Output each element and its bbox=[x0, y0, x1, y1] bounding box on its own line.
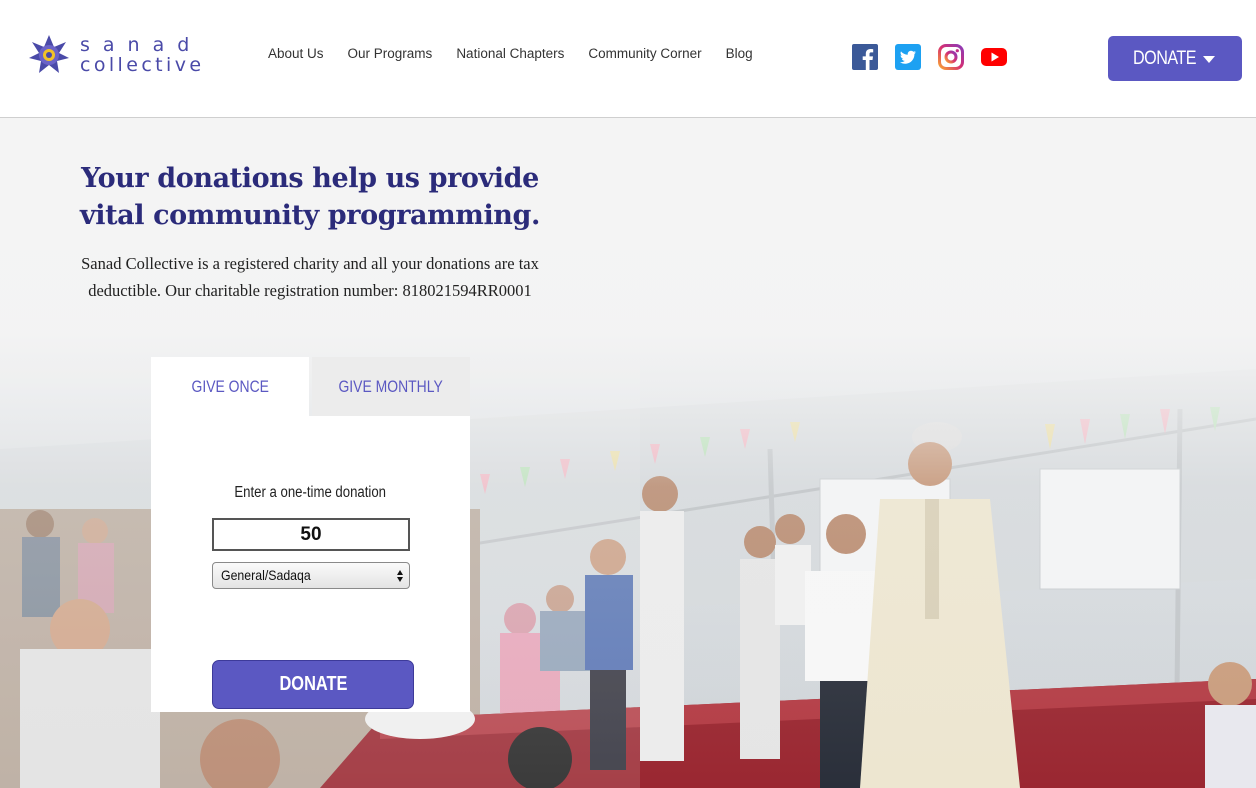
fund-select[interactable]: General/Sadaqa bbox=[212, 562, 410, 589]
twitter-icon[interactable] bbox=[895, 44, 921, 70]
nav-blog[interactable]: Blog bbox=[726, 46, 753, 61]
tab-give-monthly[interactable]: GIVE MONTHLY bbox=[312, 357, 470, 416]
donation-prompt: Enter a one-time donation bbox=[151, 484, 470, 502]
nav-community-corner[interactable]: Community Corner bbox=[588, 46, 701, 61]
donation-panel: Enter a one-time donation 50 General/Sad… bbox=[151, 416, 470, 712]
youtube-icon[interactable] bbox=[981, 44, 1007, 70]
facebook-icon[interactable] bbox=[852, 44, 878, 70]
page-title: Your donations help us provide vital com… bbox=[79, 163, 541, 231]
donation-prompt-text: Enter a one-time donation bbox=[234, 484, 387, 501]
logo-star-icon bbox=[29, 35, 69, 73]
logo-line2: collective bbox=[80, 54, 205, 76]
header-donate-button[interactable]: DONATE bbox=[1108, 36, 1242, 81]
nav-about-us[interactable]: About Us bbox=[268, 46, 324, 61]
donation-amount-input[interactable]: 50 bbox=[212, 518, 410, 551]
logo[interactable]: sanad collective bbox=[28, 34, 204, 76]
tab-give-once[interactable]: GIVE ONCE bbox=[151, 357, 309, 416]
donate-button[interactable]: DONATE bbox=[212, 660, 414, 709]
tab-give-once-label: GIVE ONCE bbox=[191, 376, 269, 396]
donate-button-label: DONATE bbox=[278, 673, 348, 695]
donation-widget: GIVE ONCE GIVE MONTHLY Enter a one-time … bbox=[151, 357, 470, 712]
fund-select-value: General/Sadaqa bbox=[221, 567, 311, 583]
select-arrows-icon bbox=[397, 570, 403, 582]
donation-tabs: GIVE ONCE GIVE MONTHLY bbox=[151, 357, 470, 416]
logo-text: sanad collective bbox=[80, 35, 204, 75]
nav-our-programs[interactable]: Our Programs bbox=[348, 46, 433, 61]
charity-info-text: Sanad Collective is a registered charity… bbox=[81, 254, 539, 300]
chevron-down-icon bbox=[1203, 56, 1215, 63]
tab-give-monthly-label: GIVE MONTHLY bbox=[338, 376, 444, 396]
instagram-icon[interactable] bbox=[938, 44, 964, 70]
header-donate-label: DONATE bbox=[1133, 47, 1197, 69]
logo-line1: sanad bbox=[80, 34, 203, 56]
social-links bbox=[852, 44, 1007, 70]
site-header: sanad collective About Us Our Programs N… bbox=[0, 0, 1256, 118]
main-nav: About Us Our Programs National Chapters … bbox=[268, 46, 753, 61]
nav-national-chapters[interactable]: National Chapters bbox=[456, 46, 564, 61]
